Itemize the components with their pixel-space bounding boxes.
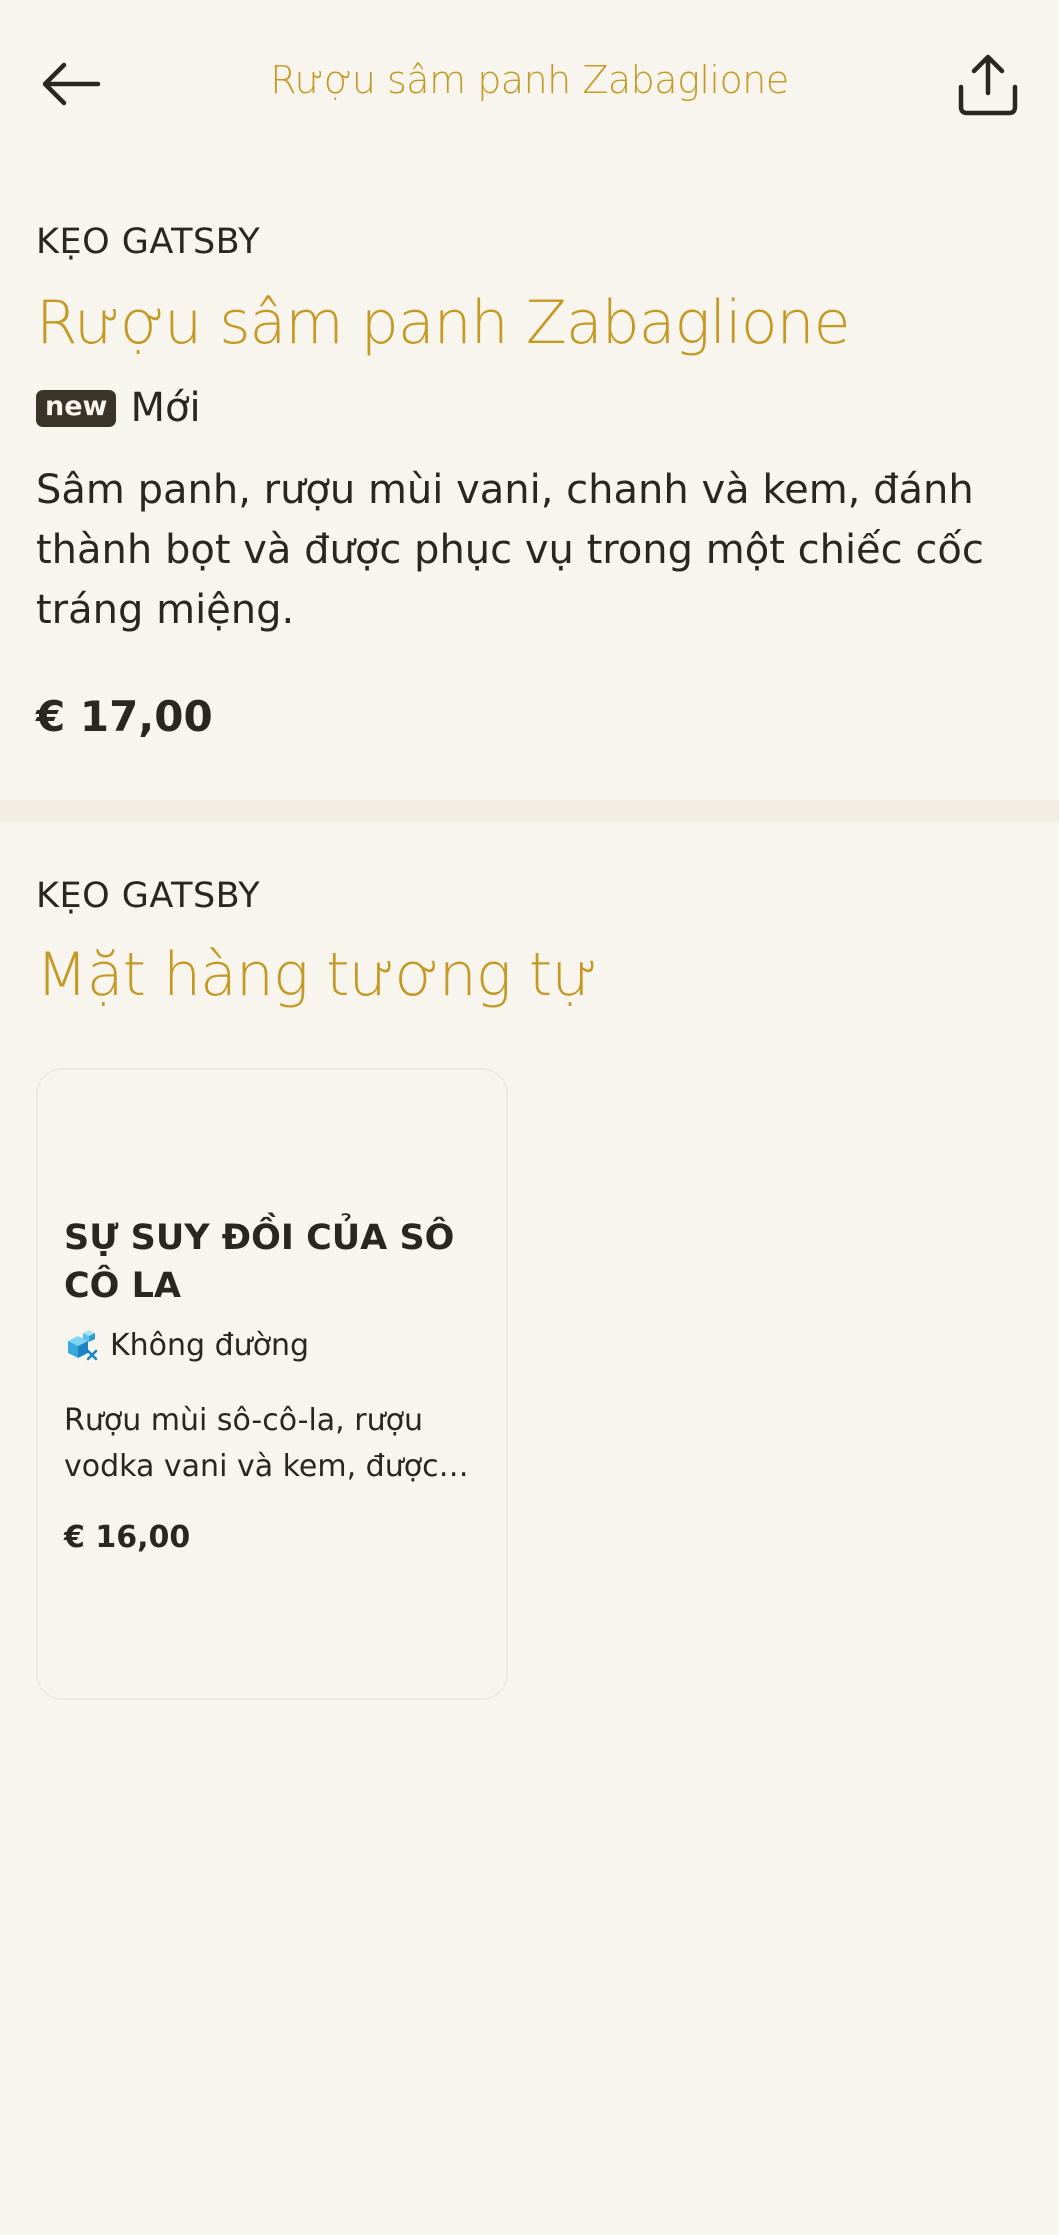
sugar-cube-icon [64, 1329, 98, 1363]
product-brand: KẸO GATSBY [36, 222, 261, 262]
similar-brand: KẸO GATSBY [36, 876, 261, 916]
new-badge-label: Mới [130, 385, 201, 431]
product-description: Sâm panh, rượu mùi vani, chanh và kem, đ… [36, 467, 984, 633]
similar-item-title: SỰ SUY ĐỒI CỦA SÔ CÔ LA [64, 1218, 455, 1306]
similar-item-tag: Không đường [64, 1328, 309, 1363]
new-badge: new [36, 389, 117, 427]
product-title: Rượu sâm panh Zabaglione [36, 288, 850, 358]
product-price: € 17,00 [36, 692, 213, 741]
similar-item-card[interactable]: SỰ SUY ĐỒI CỦA SÔ CÔ LA Không đường Rượu… [36, 1068, 508, 1700]
similar-item-tag-label: Không đường [110, 1328, 310, 1363]
similar-item-description: Rượu mùi sô-cô-la, rượu vodka vani và ke… [64, 1403, 439, 1484]
similar-item-price: € 16,00 [64, 1520, 191, 1555]
product-detail: KẸO GATSBY Rượu sâm panh Zabaglione new … [0, 0, 1059, 800]
product-tag: new Mới [36, 384, 201, 432]
similar-title: Mặt hàng tương tự [36, 940, 598, 1010]
section-divider [0, 800, 1059, 822]
